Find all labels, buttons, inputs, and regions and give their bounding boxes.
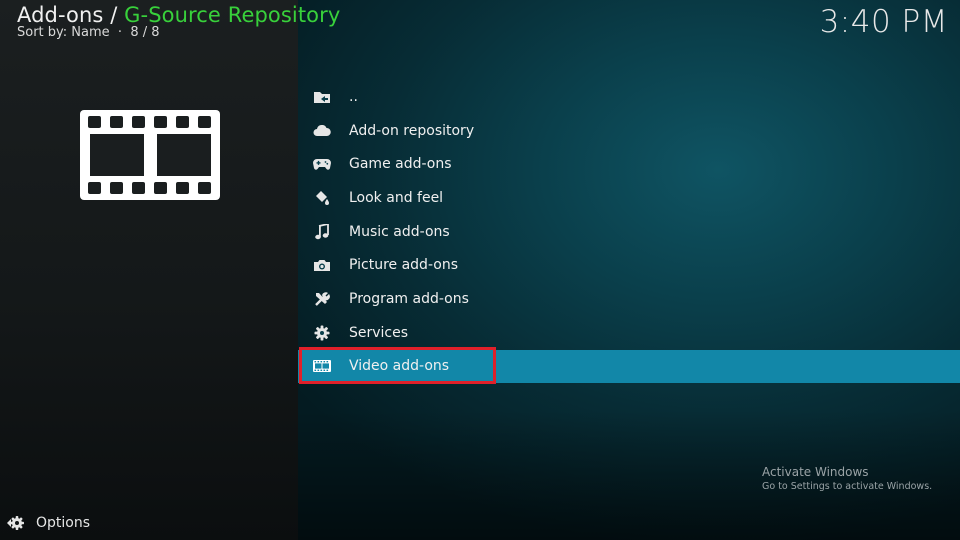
breadcrumb-section: Add-ons bbox=[17, 3, 104, 27]
list-item-label: Game add-ons bbox=[349, 156, 452, 173]
camera-icon bbox=[312, 256, 332, 274]
gamepad-icon bbox=[312, 155, 332, 173]
watermark-title: Activate Windows bbox=[762, 465, 869, 479]
activate-windows-watermark: Activate Windows Go to Settings to activ… bbox=[762, 465, 932, 492]
list-item-game-addons[interactable]: Game add-ons bbox=[298, 147, 960, 181]
left-panel bbox=[0, 0, 298, 540]
list-item-label: .. bbox=[349, 88, 358, 105]
film-strip-icon bbox=[80, 110, 220, 200]
list-item-label: Music add-ons bbox=[349, 223, 450, 240]
list-item-addon-repository[interactable]: Add-on repository bbox=[298, 114, 960, 148]
sort-info: Sort by: Name · 8 / 8 bbox=[17, 25, 160, 40]
sort-label: Sort by: Name bbox=[17, 25, 110, 40]
gear-icon bbox=[312, 324, 332, 342]
category-list: .. Add-on repository Game add-ons Look a… bbox=[298, 80, 960, 384]
cloud-icon bbox=[312, 122, 332, 140]
sort-separator-dot: · bbox=[117, 25, 123, 40]
item-count: 8 / 8 bbox=[130, 25, 160, 40]
breadcrumb-repository: G-Source Repository bbox=[124, 3, 341, 27]
list-item-label: Look and feel bbox=[349, 189, 444, 206]
list-item-music-addons[interactable]: Music add-ons bbox=[298, 215, 960, 249]
paint-bucket-icon bbox=[312, 189, 332, 207]
list-item-label: Services bbox=[349, 324, 409, 341]
options-icon bbox=[7, 514, 25, 532]
annotation-highlight-box bbox=[299, 347, 496, 384]
list-item-label: Picture add-ons bbox=[349, 257, 458, 274]
watermark-subtitle: Go to Settings to activate Windows. bbox=[762, 481, 933, 492]
list-item-label: Add-on repository bbox=[349, 122, 475, 139]
tools-icon bbox=[312, 290, 332, 308]
list-item-picture-addons[interactable]: Picture add-ons bbox=[298, 248, 960, 282]
parent-folder-icon bbox=[312, 88, 332, 106]
list-item-parent[interactable]: .. bbox=[298, 80, 960, 114]
list-item-label: Program add-ons bbox=[349, 290, 469, 307]
music-note-icon bbox=[312, 223, 332, 241]
list-item-program-addons[interactable]: Program add-ons bbox=[298, 282, 960, 316]
list-item-services[interactable]: Services bbox=[298, 316, 960, 350]
page-title: Add-ons / G-Source Repository bbox=[17, 3, 340, 27]
breadcrumb-separator: / bbox=[103, 3, 125, 27]
options-label: Options bbox=[36, 515, 91, 531]
clock: 3:40 PM bbox=[819, 4, 948, 40]
list-item-look-and-feel[interactable]: Look and feel bbox=[298, 181, 960, 215]
options-button[interactable]: Options bbox=[7, 514, 90, 532]
